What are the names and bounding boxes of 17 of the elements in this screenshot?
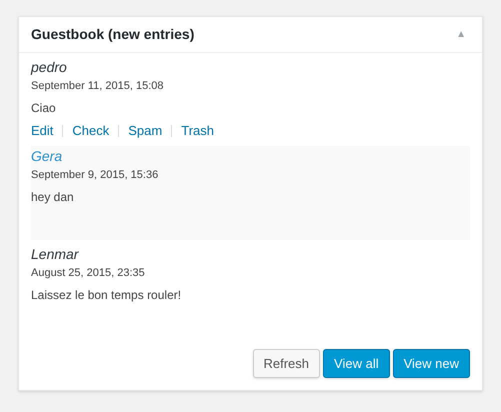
action-link[interactable]: Spam [128, 122, 162, 140]
primary-button[interactable]: View new [392, 349, 470, 378]
widget-title: Guestbook (new entries) [31, 25, 194, 44]
entry-author: Gera [31, 147, 64, 166]
action-link[interactable]: Trash [181, 122, 214, 140]
entry-date: September 9, 2015, 15:36 [31, 168, 160, 183]
entry-message: hey dan [31, 189, 75, 206]
entry-date: September 11, 2015, 15:08 [31, 79, 165, 94]
entry-author: pedro [31, 58, 68, 77]
secondary-button[interactable]: Refresh [252, 349, 320, 378]
action-link[interactable]: Edit [31, 122, 54, 140]
entry-author: Lenmar [31, 245, 80, 264]
primary-button[interactable]: View all [323, 349, 390, 378]
action-link[interactable]: Check [72, 122, 110, 140]
entry-message: Ciao [31, 100, 57, 117]
entry-message: Laissez le bon temps rouler! [31, 287, 182, 304]
entry-date: August 25, 2015, 23:35 [31, 266, 146, 281]
